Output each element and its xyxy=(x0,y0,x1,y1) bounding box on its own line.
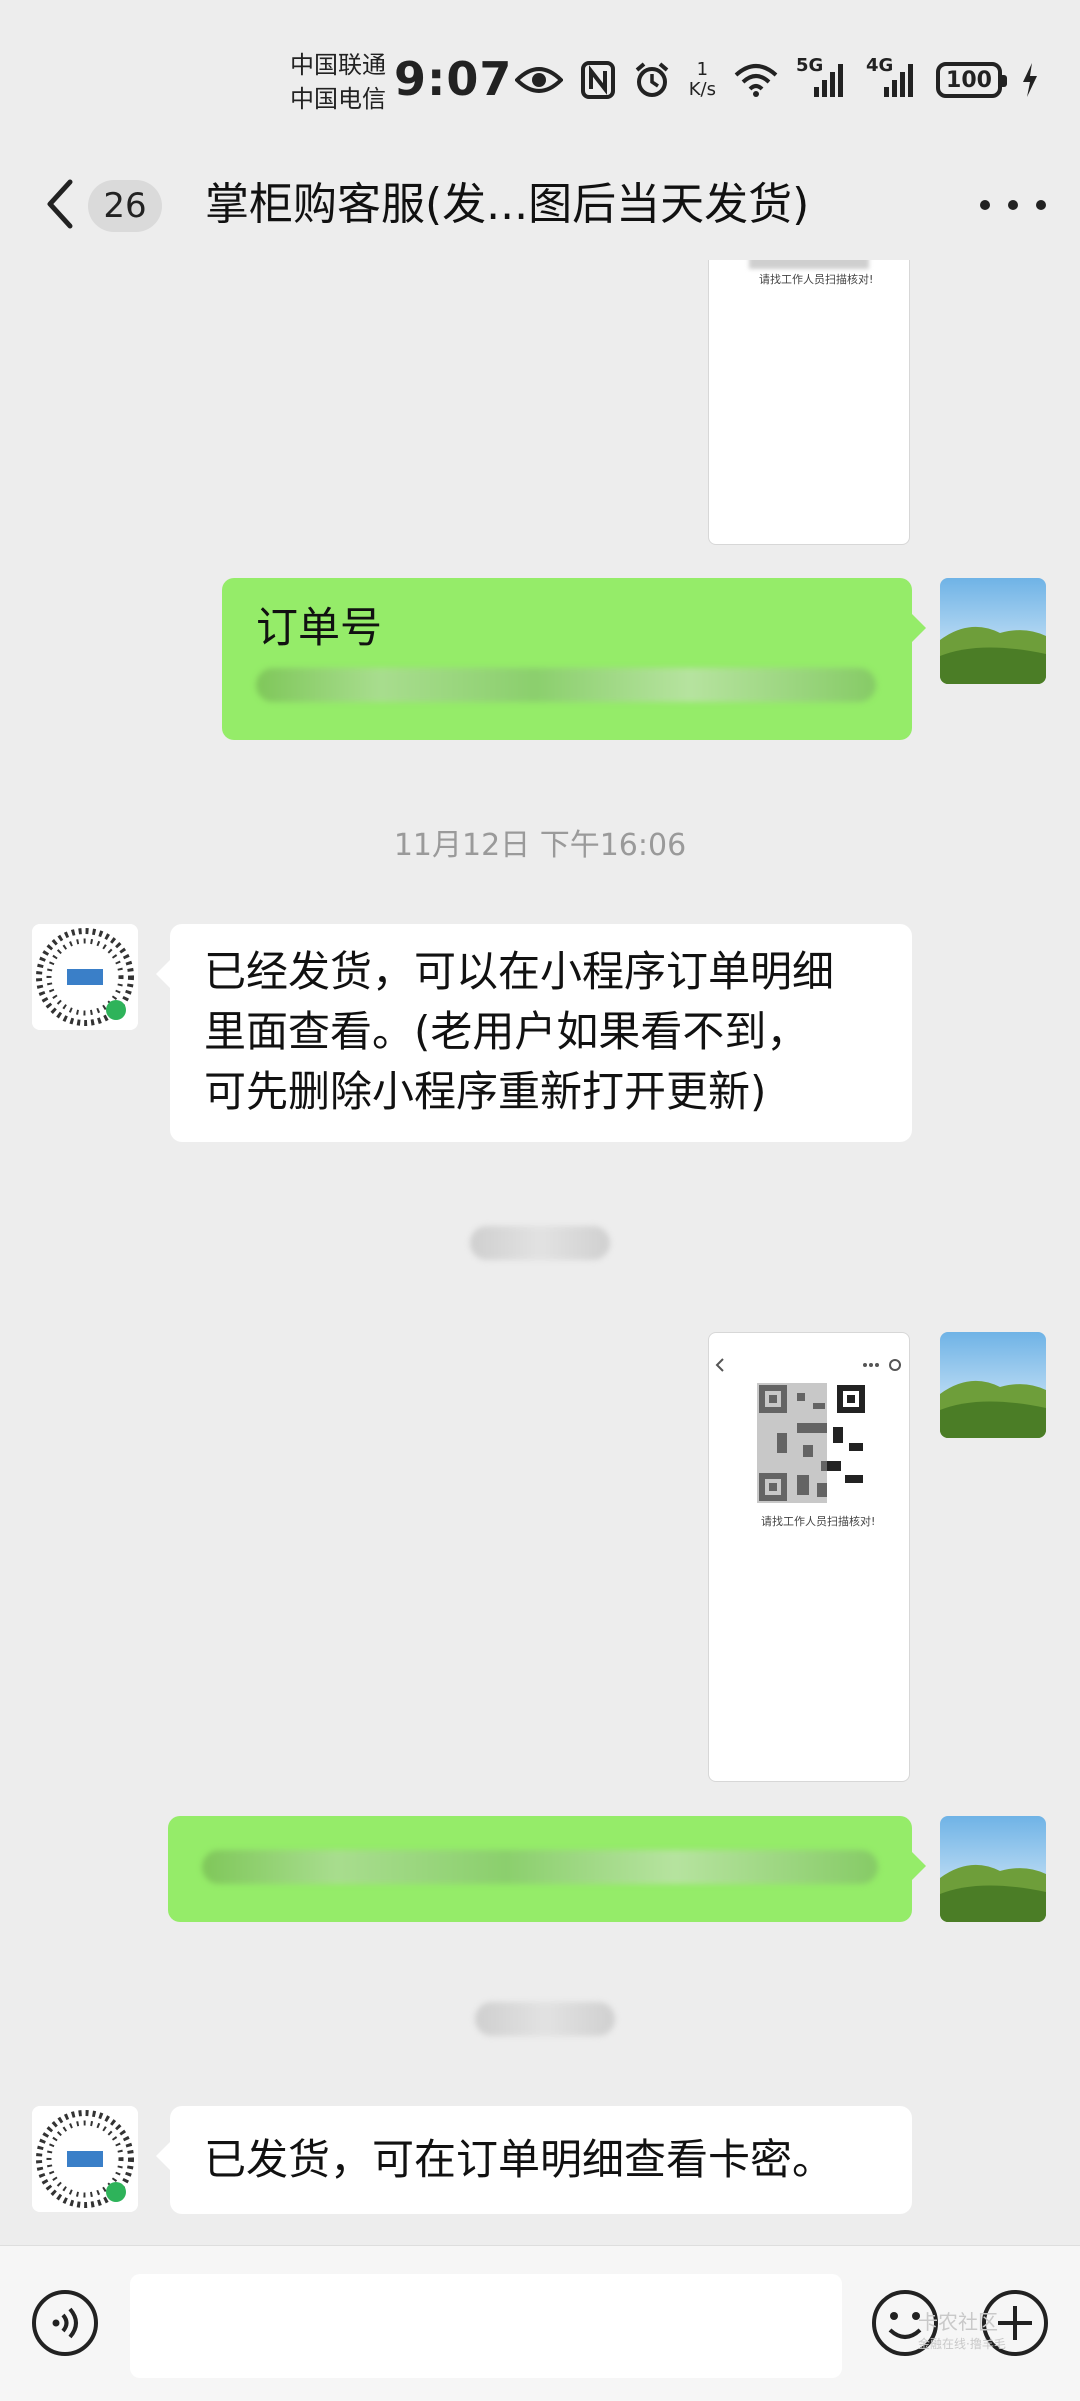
sent-message-bubble[interactable]: 订单号 xyxy=(222,578,926,740)
watermark: 卡农社区 金融在线·撸羊毛 xyxy=(918,2306,1006,2352)
image-message[interactable]: 请找工作人员扫描核对! xyxy=(708,1332,910,1782)
avatar-self[interactable] xyxy=(940,1332,1046,1438)
avatar-self[interactable] xyxy=(940,578,1046,684)
sent-message-bubble[interactable] xyxy=(168,1816,926,1922)
status-bar: 中国联通 中国电信 9:07 1 K/s 5G 4G 100 xyxy=(0,0,1080,150)
more-dot xyxy=(1036,200,1046,210)
image-caption: 请找工作人员扫描核对! xyxy=(759,273,874,286)
avatar-self[interactable] xyxy=(940,1816,1046,1922)
message-line: 可先删除小程序重新打开更新) xyxy=(204,1067,767,1116)
signal-4g-label: 4G xyxy=(866,55,894,76)
chevron-left-icon xyxy=(47,179,73,229)
battery-icon: 100 xyxy=(936,62,1007,98)
chat-header: 26 掌柜购客服(发...图后当天发货) xyxy=(0,150,1080,260)
mini-program-code-avatar-image xyxy=(32,924,138,1030)
timestamp: 11月12日 下午16:06 xyxy=(393,828,687,863)
wifi-icon xyxy=(734,63,778,97)
carrier-2: 中国电信 xyxy=(290,85,386,113)
net-speed: 1 K/s xyxy=(689,60,716,100)
landscape-avatar-image xyxy=(940,1816,1046,1922)
unread-count-badge[interactable]: 26 xyxy=(88,180,162,232)
more-dot xyxy=(1008,200,1018,210)
carrier-info: 中国联通 中国电信 xyxy=(290,48,386,116)
received-message-bubble[interactable]: 已发货，可在订单明细查看卡密。 xyxy=(156,2106,912,2214)
signal-5g-icon: 5G xyxy=(796,55,848,99)
bubble-tail xyxy=(156,960,170,988)
watermark-line-2: 金融在线·撸羊毛 xyxy=(918,2337,1006,2351)
message-line: 已经发货，可以在小程序订单明细 xyxy=(204,947,835,996)
redacted-message-content xyxy=(202,1850,878,1884)
landscape-avatar-image xyxy=(940,578,1046,684)
landscape-avatar-image xyxy=(940,1332,1046,1438)
message-line: 里面查看。(老用户如果看不到， xyxy=(204,1007,809,1056)
carrier-1: 中国联通 xyxy=(290,51,386,79)
bubble-tail xyxy=(912,614,926,642)
more-dot xyxy=(980,200,990,210)
voice-icon xyxy=(32,2290,98,2356)
signal-4g-icon: 4G xyxy=(866,55,918,99)
bubble-tail xyxy=(912,1852,926,1880)
voice-button[interactable] xyxy=(30,2288,100,2358)
message-text: 已发货，可在订单明细查看卡密。 xyxy=(204,2135,835,2184)
image-message[interactable]: 请找工作人员扫描核对! xyxy=(708,260,910,545)
message-input[interactable] xyxy=(130,2274,842,2378)
eye-icon xyxy=(514,64,563,96)
status-icons: 1 K/s 5G 4G 100 xyxy=(514,52,1040,108)
status-time: 9:07 xyxy=(394,52,513,106)
net-speed-value: 1 xyxy=(696,59,709,80)
bubble-tail xyxy=(156,2142,170,2170)
watermark-line-1: 卡农社区 xyxy=(918,2310,998,2334)
back-button[interactable] xyxy=(38,174,82,234)
redacted-timestamp xyxy=(475,2002,615,2036)
signal-5g-label: 5G xyxy=(796,55,824,76)
message-list[interactable]: 请找工作人员扫描核对! 订单号 11月12日 下午16:06 已经发货，可以在小… xyxy=(0,260,1080,2245)
alarm-icon xyxy=(633,61,671,99)
input-bar: 卡农社区 金融在线·撸羊毛 xyxy=(0,2245,1080,2401)
image-caption: 请找工作人员扫描核对! xyxy=(761,1515,876,1528)
net-speed-unit: K/s xyxy=(688,79,716,100)
image-header-blur xyxy=(749,260,869,269)
charging-icon xyxy=(1020,61,1040,99)
redacted-timestamp xyxy=(470,1226,610,1260)
mini-program-code-avatar-image xyxy=(32,2106,138,2212)
avatar-service[interactable] xyxy=(32,924,138,1030)
more-button[interactable] xyxy=(980,180,1046,230)
redacted-order-number xyxy=(256,668,876,702)
chat-title: 掌柜购客服(发...图后当天发货) xyxy=(205,179,810,230)
nfc-icon xyxy=(580,61,615,99)
avatar-service[interactable] xyxy=(32,2106,138,2212)
received-message-bubble[interactable]: 已经发货，可以在小程序订单明细 里面查看。(老用户如果看不到， 可先删除小程序重… xyxy=(156,924,912,1142)
qr-code-image xyxy=(757,1383,867,1503)
message-text: 订单号 xyxy=(256,603,383,652)
